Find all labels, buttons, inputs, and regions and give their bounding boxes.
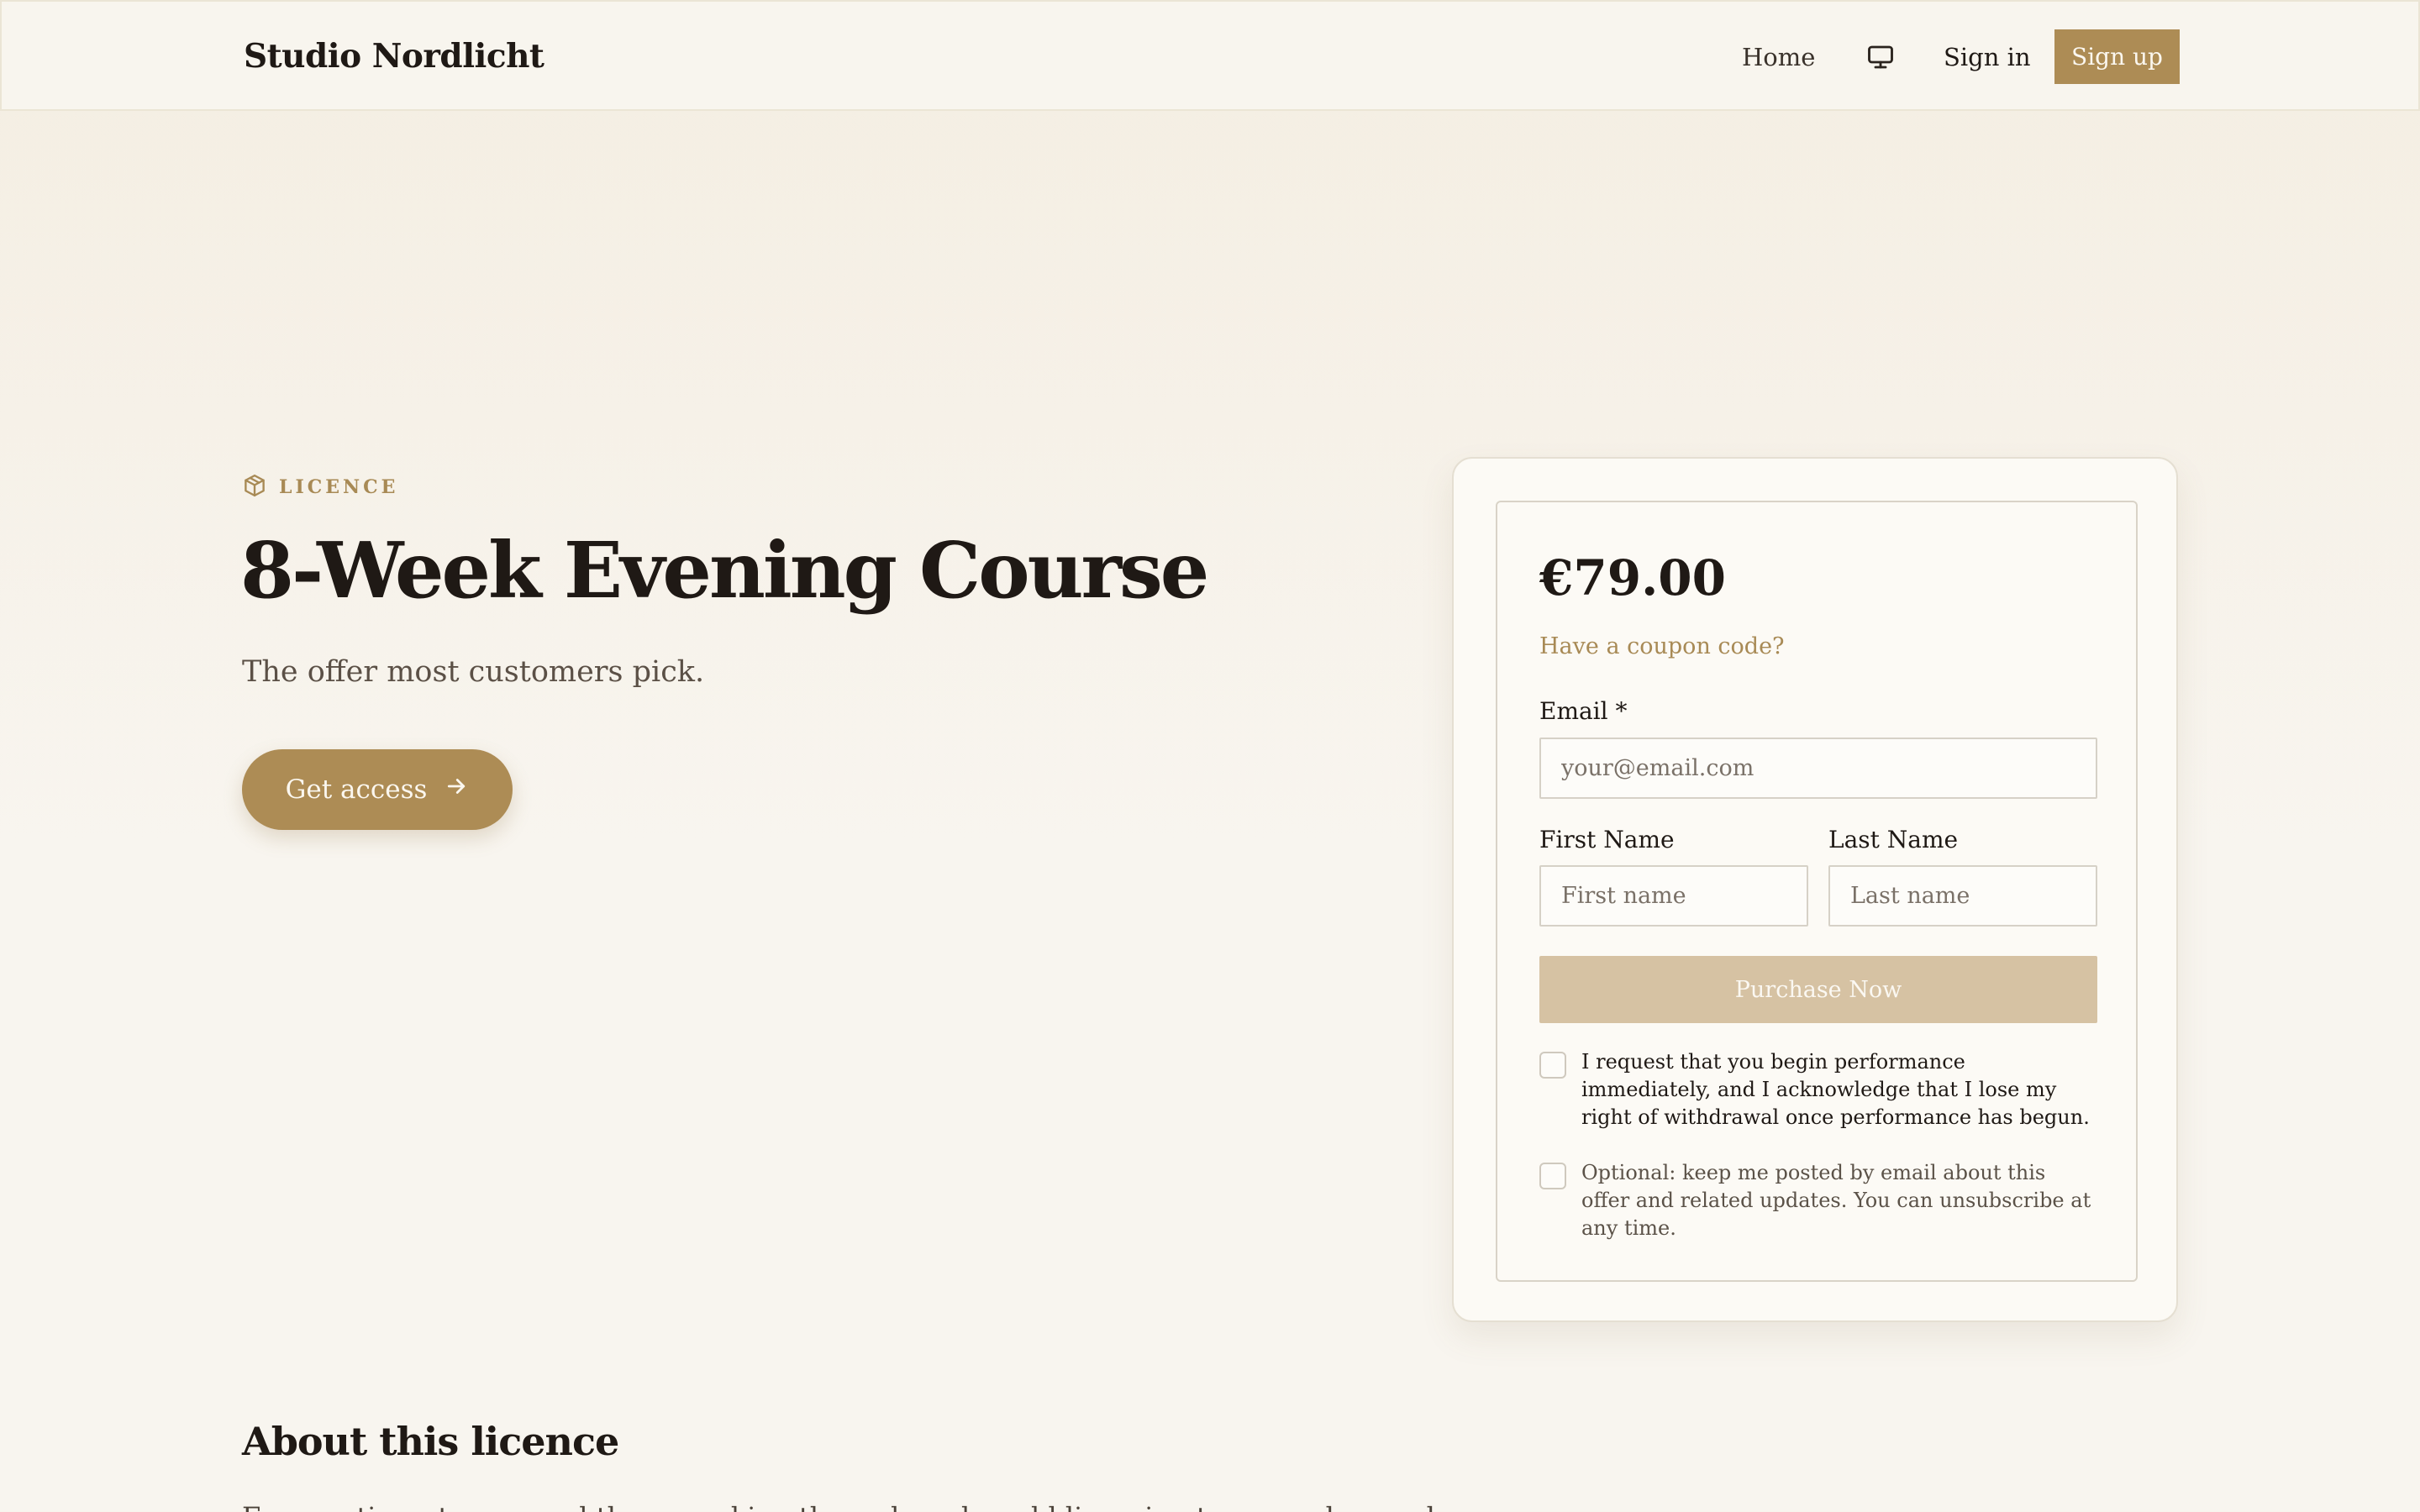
first-name-label: First Name (1539, 826, 1675, 853)
site-header: Studio Nordlicht Home Sign in Sign up (0, 0, 2420, 111)
price: €79.00 (1539, 549, 1726, 606)
withdrawal-consent: I request that you begin performance imm… (1539, 1048, 2097, 1131)
purchase-button[interactable]: Purchase Now (1539, 956, 2097, 1023)
newsletter-checkbox[interactable] (1539, 1163, 1566, 1189)
coupon-link[interactable]: Have a coupon code? (1539, 630, 1785, 664)
checkout-form: €79.00 Have a coupon code? Email * First… (1496, 501, 2138, 1282)
get-access-label: Get access (285, 774, 428, 805)
arrow-right-icon (444, 774, 469, 806)
eyebrow-label: LICENCE (279, 476, 399, 498)
monitor-icon[interactable] (1865, 42, 1896, 72)
brand-logo[interactable]: Studio Nordlicht (244, 35, 544, 77)
newsletter-consent-text: Optional: keep me posted by email about … (1581, 1161, 2091, 1240)
withdrawal-consent-text: I request that you begin performance imm… (1581, 1050, 2090, 1129)
package-icon (242, 473, 267, 501)
about-text: For creatives, teams, and those working … (242, 1497, 1502, 1512)
last-name-field[interactable] (1828, 865, 2097, 927)
sign-up-button[interactable]: Sign up (2054, 29, 2180, 84)
page-subtitle: The offer most customers pick. (242, 655, 705, 689)
sign-in-link[interactable]: Sign in (1944, 40, 2031, 74)
newsletter-consent: Optional: keep me posted by email about … (1539, 1159, 2097, 1242)
get-access-button[interactable]: Get access (242, 749, 513, 830)
about-title: About this licence (242, 1419, 619, 1464)
last-name-label: Last Name (1828, 826, 1959, 853)
eyebrow: LICENCE (242, 473, 398, 501)
page-title: 8-Week Evening Course (240, 525, 1209, 616)
email-label: Email * (1539, 697, 1628, 725)
first-name-field[interactable] (1539, 865, 1808, 927)
withdrawal-checkbox[interactable] (1539, 1052, 1566, 1079)
email-field[interactable] (1539, 738, 2097, 799)
nav-home-link[interactable]: Home (1742, 40, 1815, 74)
checkout-card: €79.00 Have a coupon code? Email * First… (1452, 457, 2178, 1322)
